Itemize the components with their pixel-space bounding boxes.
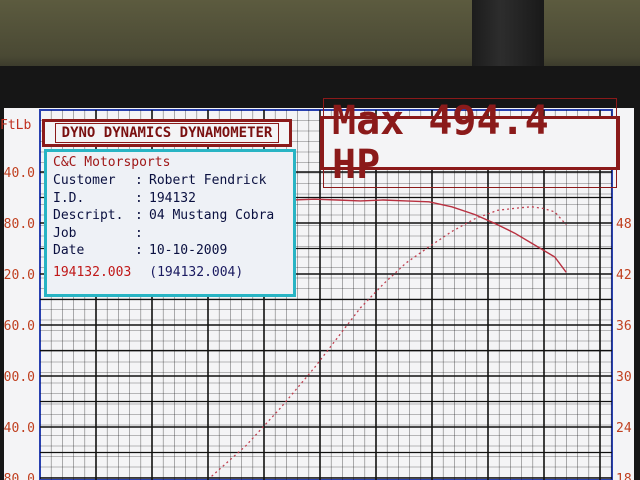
info-row-description: Descript.:04 Mustang Cobra <box>53 208 275 223</box>
y-axis-tick-label: 540.0 <box>4 166 35 181</box>
y-axis-tick-label: 180.0 <box>4 472 35 480</box>
run-info-panel: C&C Motorsports Customer: Robert Fendrick… <box>44 149 296 297</box>
current-run-file: 194132.003 <box>53 264 132 280</box>
info-row-date: Date:10-10-2009 <box>53 243 228 258</box>
right-axis-tick-label: 42 <box>616 268 632 283</box>
right-axis-tick-label: 36 <box>616 319 632 334</box>
company-name: C&C Motorsports <box>53 155 171 170</box>
compare-run-file: (194132.004) <box>149 264 244 280</box>
customer-value: Robert Fendrick <box>149 173 267 188</box>
id-value: 194132 <box>149 190 196 206</box>
description-value: 04 Mustang Cobra <box>149 208 275 223</box>
y-axis-tick-label: 300.0 <box>4 370 35 385</box>
max-power-readout: Max 494.4 HP <box>323 98 617 188</box>
y-axis-tick-label: 240.0 <box>4 421 35 436</box>
max-power-box: Max 494.4 HP <box>320 98 620 188</box>
info-row-customer: Customer: Robert Fendrick <box>53 173 267 188</box>
y-axis-tick-label: 420.0 <box>4 268 35 283</box>
run-files: 194132.003 (194132.004) <box>53 265 293 280</box>
y-axis-tick-label: 360.0 <box>4 319 35 334</box>
right-axis-tick-label: 18 <box>616 472 632 480</box>
right-axis-tick-label: 48 <box>616 217 632 232</box>
right-axis-tick-label: 30 <box>616 370 632 385</box>
y-axis-tick-label: 480.0 <box>4 217 35 232</box>
torque-unit-label: FtLb <box>0 118 32 133</box>
date-value: 10-10-2009 <box>149 243 228 258</box>
dyno-title: DYNO DYNAMICS DYNAMOMETER <box>54 123 280 143</box>
right-axis-tick-label: 24 <box>616 421 632 436</box>
dyno-title-box: DYNO DYNAMICS DYNAMOMETER <box>42 119 292 147</box>
info-row-job: Job: <box>53 225 143 241</box>
info-row-id: I.D.:194132 <box>53 190 196 206</box>
